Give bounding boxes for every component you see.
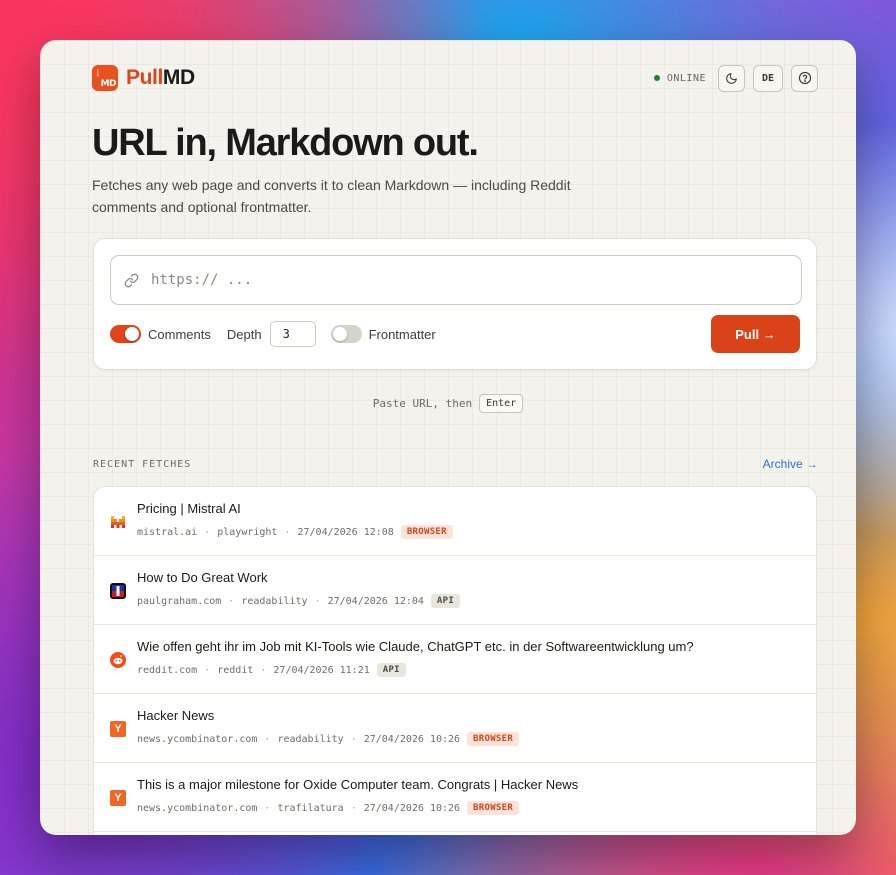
recent-fetches-title: RECENT FETCHES <box>93 458 192 470</box>
fetch-title: Wie offen geht ihr im Job mit KI-Tools w… <box>137 639 694 654</box>
page-title: URL in, Markdown out. <box>92 122 479 164</box>
list-item[interactable]: Y This is a major milestone for Oxide Co… <box>94 763 816 832</box>
fetch-domain: news.ycombinator.com <box>137 733 258 745</box>
moon-icon <box>726 72 737 84</box>
fetch-mode-badge: API <box>430 594 461 608</box>
fetch-domain: mistral.ai <box>137 526 198 538</box>
fetch-extractor: trafilatura <box>277 802 344 814</box>
fetch-extractor: reddit <box>217 664 254 676</box>
fetch-domain: paulgraham.com <box>137 595 222 607</box>
paulgraham-icon <box>110 583 126 599</box>
brand-name: PullMD <box>126 66 195 90</box>
fetch-time: 27/04/2026 12:04 <box>327 595 424 607</box>
list-item[interactable]: Wie offen geht ihr im Job mit KI-Tools w… <box>94 625 816 694</box>
fetch-extractor: readability <box>277 733 344 745</box>
status-text: ONLINE <box>666 72 706 84</box>
fetch-time: 27/04/2026 10:26 <box>363 733 461 745</box>
list-item[interactable]: Y Hacker News news.ycombinator.com · read… <box>94 694 816 763</box>
fetch-mode-badge: BROWSER <box>467 801 520 815</box>
header-actions: ONLINE DE <box>653 64 818 92</box>
fetch-time: 27/04/2026 12:08 <box>297 526 394 538</box>
fetch-time: 27/04/2026 11:21 <box>273 664 370 676</box>
fetch-meta: paulgraham.com · readability · 27/04/2026 … <box>137 594 461 608</box>
fetch-meta: news.ycombinator.com · trafilatura · 27/04… <box>137 801 520 815</box>
comments-toggle[interactable] <box>110 325 141 343</box>
link-icon <box>124 273 139 287</box>
brand[interactable]: ↓ MD PullMD <box>92 65 195 91</box>
frontmatter-label: Frontmatter <box>368 326 436 342</box>
fetch-title: This is a major milestone for Oxide Comp… <box>137 777 579 792</box>
list-item[interactable]: How to Do Great Work paulgraham.com · rea… <box>94 556 816 625</box>
app-window: ↓ MD PullMD ONLINE DE URL in, Markdown ou… <box>40 40 856 835</box>
enter-key-badge: Enter <box>479 394 524 413</box>
fetch-form-card: Comments Depth Frontmatter Pull → <box>93 238 817 370</box>
fetch-mode-badge: API <box>376 663 406 677</box>
fetch-title: Hacker News <box>137 708 215 723</box>
brand-name-part1: Pull <box>126 66 163 89</box>
list-item[interactable]: Pricing | Mistral AI mistral.ai · playwri… <box>94 487 816 556</box>
pullmd-logo-icon: ↓ MD <box>92 65 118 91</box>
status-dot-icon <box>653 75 660 81</box>
help-icon <box>798 71 811 85</box>
reddit-icon <box>110 652 126 668</box>
url-field[interactable] <box>110 255 802 305</box>
page-subtitle: Fetches any web page and converts it to … <box>92 177 571 215</box>
fetch-title: Pricing | Mistral AI <box>137 501 241 516</box>
fetch-options: Comments Depth Frontmatter Pull → <box>110 315 800 353</box>
recent-fetches-header: RECENT FETCHES Archive → <box>93 457 818 471</box>
fetch-time: 27/04/2026 10:26 <box>363 802 461 814</box>
fetch-extractor: playwright <box>217 526 278 538</box>
archive-link[interactable]: Archive → <box>763 457 818 471</box>
url-input[interactable] <box>151 272 751 288</box>
ycombinator-icon: Y <box>110 721 126 737</box>
hint-text: Paste URL, then <box>372 397 473 410</box>
toggle-knob <box>125 327 139 341</box>
fetch-mode-badge: BROWSER <box>400 525 453 539</box>
pull-button[interactable]: Pull → <box>711 315 800 353</box>
fetch-meta: reddit.com · reddit · 27/04/2026 11:21 API <box>137 663 406 677</box>
fetch-title: How to Do Great Work <box>137 570 268 585</box>
mistral-icon <box>110 514 126 530</box>
frontmatter-toggle[interactable] <box>330 325 362 343</box>
depth-input[interactable] <box>269 321 316 347</box>
keyboard-hint: Paste URL, then Enter <box>40 394 856 413</box>
recent-fetches-list: Pricing | Mistral AI mistral.ai · playwri… <box>93 486 817 835</box>
fetch-mode-badge: BROWSER <box>467 732 520 746</box>
brand-name-part2: MD <box>162 66 195 89</box>
fetch-domain: reddit.com <box>137 664 198 676</box>
comments-label: Comments <box>148 326 211 342</box>
depth-label: Depth <box>226 326 262 342</box>
status-indicator: ONLINE <box>653 72 706 84</box>
fetch-extractor: readability <box>241 595 308 607</box>
fetch-meta: mistral.ai · playwright · 27/04/2026 12:08… <box>137 525 453 539</box>
language-button[interactable]: DE <box>753 64 783 92</box>
top-bar: ↓ MD PullMD ONLINE DE <box>92 64 818 92</box>
help-button[interactable] <box>791 64 818 92</box>
fetch-meta: news.ycombinator.com · readability · 27/04… <box>137 732 520 746</box>
fetch-domain: news.ycombinator.com <box>137 802 258 814</box>
theme-toggle-button[interactable] <box>718 64 745 92</box>
ycombinator-icon: Y <box>110 790 126 806</box>
toggle-knob <box>332 327 347 341</box>
